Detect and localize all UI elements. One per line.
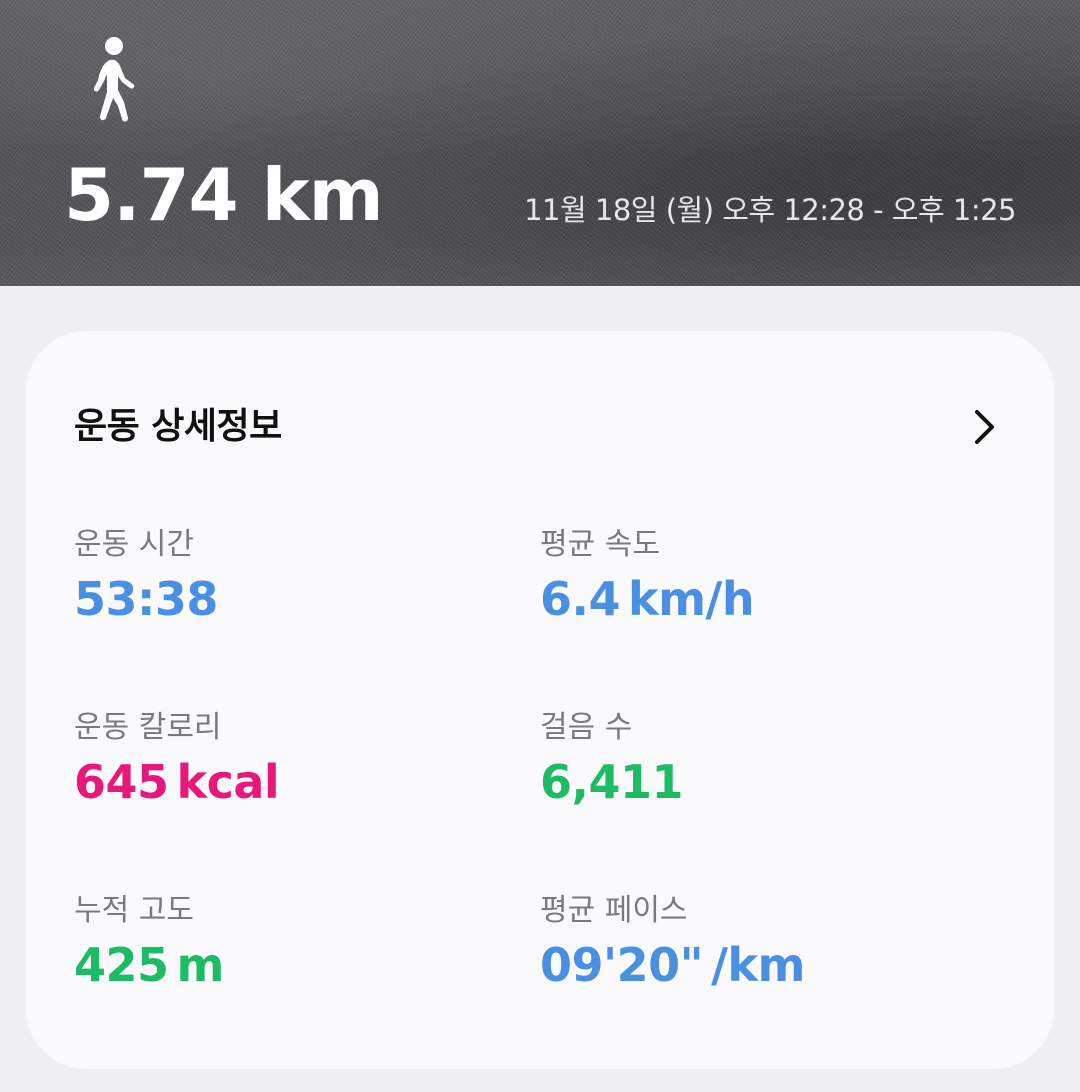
stat-label: 평균 속도 [540,527,660,562]
workout-hero-banner: 5.74 km 11월 18일 (월) 오후 12:28 - 오후 1:25 [0,0,1080,286]
stat-number: 425 [74,938,169,992]
stat-number: 53:38 [74,572,218,626]
stat-number: 645 [74,755,169,809]
stat-label: 누적 고도 [74,893,194,928]
chevron-right-icon[interactable] [962,405,1006,449]
stat-value: 645 kcal [74,754,280,810]
stat-unit: kcal [176,755,280,809]
stat-label: 운동 시간 [74,527,194,562]
stat-average-pace: 평균 페이스 09'20"/km [540,891,980,1011]
stat-number: 6.4 [540,572,621,626]
stat-elevation-gain: 누적 고도 425 m [74,891,514,1011]
stat-label: 평균 페이스 [540,893,688,928]
workout-datetime: 11월 18일 (월) 오후 12:28 - 오후 1:25 [524,193,1016,227]
stat-steps: 걸음 수 6,411 [540,708,980,828]
stat-number: 09'20" [540,938,704,992]
workout-details-header[interactable]: 운동 상세정보 [74,397,1006,457]
stat-value: 425 m [74,937,224,993]
card-title: 운동 상세정보 [74,406,282,447]
total-distance: 5.74 km [64,153,384,237]
stat-unit: /km [711,938,805,992]
stat-label: 운동 칼로리 [74,710,222,745]
stat-value: 09'20"/km [540,937,805,993]
workout-details-card: 운동 상세정보 운동 시간 53:38 평균 속도 6.4 km/h 운동 칼로리… [26,331,1054,1069]
stat-unit: m [176,938,225,992]
stat-average-speed: 평균 속도 6.4 km/h [540,525,980,645]
stat-value: 6,411 [540,754,684,810]
stat-workout-time: 운동 시간 53:38 [74,525,514,645]
walking-person-icon [93,37,135,122]
stat-unit: km/h [628,572,755,626]
stat-number: 6,411 [540,755,684,809]
stat-label: 걸음 수 [540,710,633,745]
stat-calories: 운동 칼로리 645 kcal [74,708,514,828]
stat-value: 6.4 km/h [540,571,755,627]
stat-value: 53:38 [74,571,218,627]
